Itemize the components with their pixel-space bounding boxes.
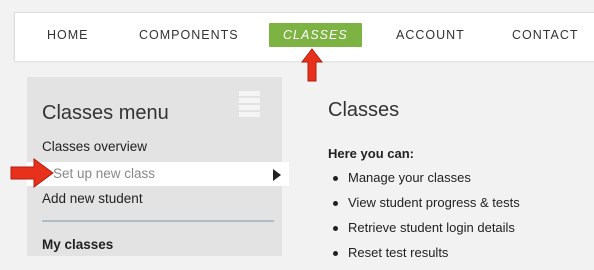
list-item: Retrieve student login details	[328, 220, 520, 245]
link-add-new-student[interactable]: Add new student	[42, 191, 143, 206]
nav-home[interactable]: HOME	[47, 28, 89, 42]
nav-components[interactable]: COMPONENTS	[139, 28, 239, 42]
my-classes-heading: My classes	[42, 237, 114, 252]
link-classes-overview[interactable]: Classes overview	[42, 139, 147, 154]
hamburger-menu-icon[interactable]	[239, 91, 260, 119]
list-item: Reset test results	[328, 245, 520, 270]
nav-account[interactable]: ACCOUNT	[396, 28, 465, 42]
link-set-up-new-class[interactable]: Set up new class	[27, 162, 289, 186]
annotation-arrow-right-icon	[10, 158, 54, 188]
feature-list: Manage your classes View student progres…	[328, 170, 520, 270]
annotation-arrow-up-icon	[301, 48, 323, 82]
list-item: View student progress & tests	[328, 195, 520, 220]
nav-contact[interactable]: CONTACT	[512, 28, 579, 42]
panel-title: Classes menu	[42, 102, 169, 124]
classes-menu-panel: Classes menu Classes overview Set up new…	[27, 77, 289, 256]
divider	[42, 220, 274, 222]
page-subtitle: Here you can:	[328, 146, 414, 161]
nav-classes[interactable]: CLASSES	[269, 23, 362, 47]
list-item: Manage your classes	[328, 170, 520, 195]
play-arrow-icon	[273, 169, 281, 181]
link-set-up-new-class-label: Set up new class	[53, 166, 156, 181]
page-title: Classes	[328, 99, 400, 121]
